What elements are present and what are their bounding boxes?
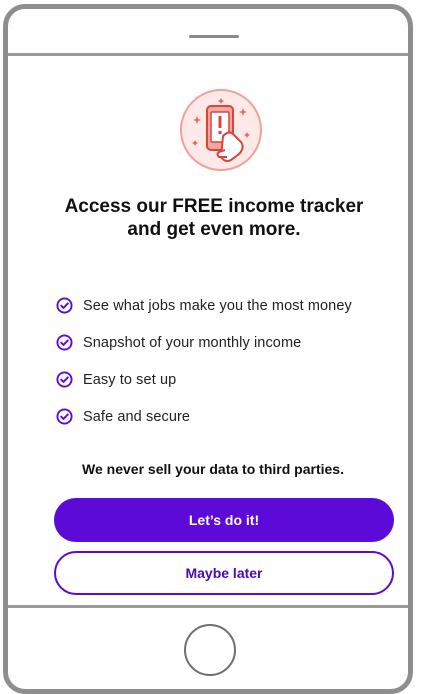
feature-label: See what jobs make you the most money: [83, 297, 352, 314]
check-circle-icon: [56, 297, 73, 314]
feature-label: Easy to set up: [83, 371, 177, 388]
feature-label: Safe and secure: [83, 408, 191, 425]
phone-bottom-bar: [8, 605, 408, 608]
check-circle-icon: [56, 371, 73, 388]
privacy-note: We never sell your data to third parties…: [82, 461, 344, 477]
headline-line-2: and get even more.: [127, 219, 301, 240]
headline-line-1: Access our FREE income tracker: [64, 196, 364, 217]
feature-item: Snapshot of your monthly income: [56, 324, 406, 361]
check-circle-icon: [56, 408, 73, 425]
home-button[interactable]: [184, 624, 236, 676]
feature-label: Snapshot of your monthly income: [83, 334, 302, 351]
headline: Access our FREE income tracker and get e…: [28, 195, 400, 241]
phone-frame: Access our FREE income tracker and get e…: [3, 4, 413, 694]
feature-item: See what jobs make you the most money: [56, 287, 406, 324]
phone-top-bar: [8, 9, 408, 56]
feature-item: Easy to set up: [56, 361, 406, 398]
check-circle-icon: [56, 334, 73, 351]
feature-item: Safe and secure: [56, 398, 406, 435]
phone-alert-hand-icon: [180, 89, 262, 171]
lets-do-it-button[interactable]: Let’s do it!: [54, 498, 394, 542]
speaker-slot: [189, 35, 239, 38]
feature-list: See what jobs make you the most money Sn…: [56, 287, 406, 435]
maybe-later-button[interactable]: Maybe later: [54, 551, 394, 595]
